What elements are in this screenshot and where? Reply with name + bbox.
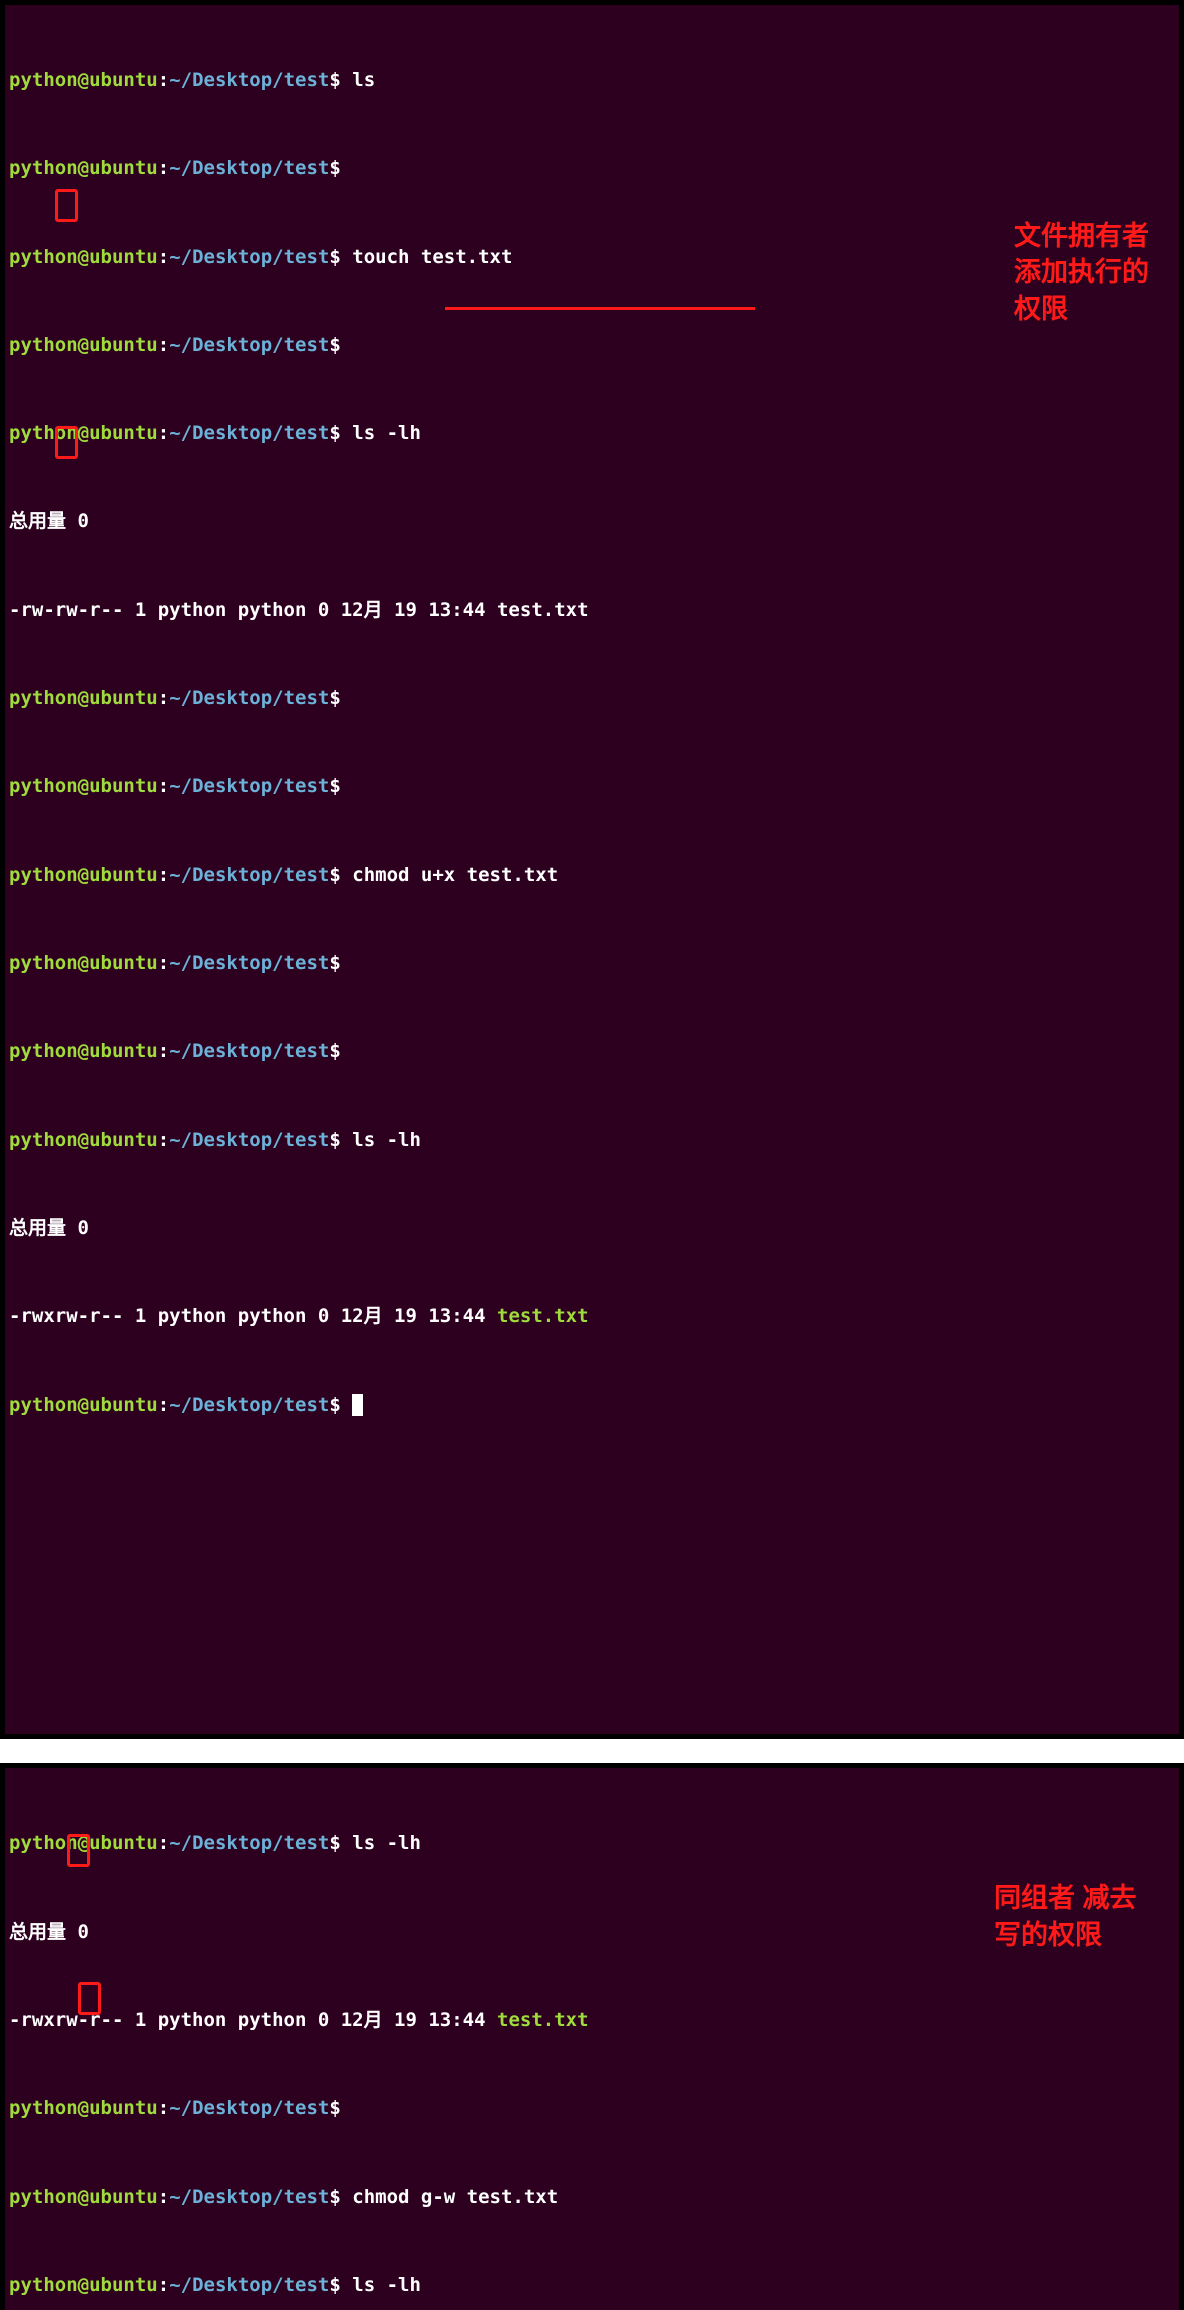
prompt-line: python@ubuntu:~/Desktop/test$ chmod u+x …	[9, 861, 1175, 890]
output-line: -rwxrw-r-- 1 python python 0 12月 19 13:4…	[9, 2006, 1175, 2035]
prompt-line: python@ubuntu:~/Desktop/test$	[9, 772, 1175, 801]
prompt-line: python@ubuntu:~/Desktop/test$ ls -lh	[9, 1829, 1175, 1858]
prompt-line: python@ubuntu:~/Desktop/test$ ls -lh	[9, 2271, 1175, 2300]
cursor	[352, 1394, 363, 1416]
prompt-line: python@ubuntu:~/Desktop/test$	[9, 2094, 1175, 2123]
output-line: -rwxrw-r-- 1 python python 0 12月 19 13:4…	[9, 1302, 1175, 1331]
prompt-line: python@ubuntu:~/Desktop/test$	[9, 949, 1175, 978]
underline-chmod	[445, 307, 755, 310]
prompt-line: python@ubuntu:~/Desktop/test$ ls	[9, 66, 1175, 95]
prompt-line: python@ubuntu:~/Desktop/test$	[9, 1037, 1175, 1066]
prompt-line: python@ubuntu:~/Desktop/test$ ls -lh	[9, 419, 1175, 448]
prompt-line: python@ubuntu:~/Desktop/test$ touch test…	[9, 243, 1175, 272]
terminal-panel-2[interactable]: python@ubuntu:~/Desktop/test$ ls -lh 总用量…	[0, 1763, 1184, 2310]
prompt-line: python@ubuntu:~/Desktop/test$	[9, 1391, 1175, 1420]
page-wrap: python@ubuntu:~/Desktop/test$ ls python@…	[0, 0, 1184, 2310]
prompt-line: python@ubuntu:~/Desktop/test$ ls -lh	[9, 1126, 1175, 1155]
filename: test.txt	[497, 2009, 589, 2031]
output-line: 总用量 0	[9, 507, 1175, 536]
output-line: 总用量 0	[9, 1214, 1175, 1243]
user: python	[9, 69, 78, 91]
filename: test.txt	[497, 1305, 589, 1327]
output-line: -rw-rw-r-- 1 python python 0 12月 19 13:4…	[9, 596, 1175, 625]
annotation-2: 同组者 减去写的权限	[994, 1880, 1159, 1953]
prompt-line: python@ubuntu:~/Desktop/test$	[9, 154, 1175, 183]
annotation-1: 文件拥有者添加执行的权限	[1014, 218, 1159, 327]
terminal-panel-1[interactable]: python@ubuntu:~/Desktop/test$ ls python@…	[0, 0, 1184, 1739]
prompt-line: python@ubuntu:~/Desktop/test$	[9, 331, 1175, 360]
highlight-box-perm-dash	[55, 189, 78, 222]
prompt-line: python@ubuntu:~/Desktop/test$ chmod g-w …	[9, 2183, 1175, 2212]
prompt-line: python@ubuntu:~/Desktop/test$	[9, 684, 1175, 713]
